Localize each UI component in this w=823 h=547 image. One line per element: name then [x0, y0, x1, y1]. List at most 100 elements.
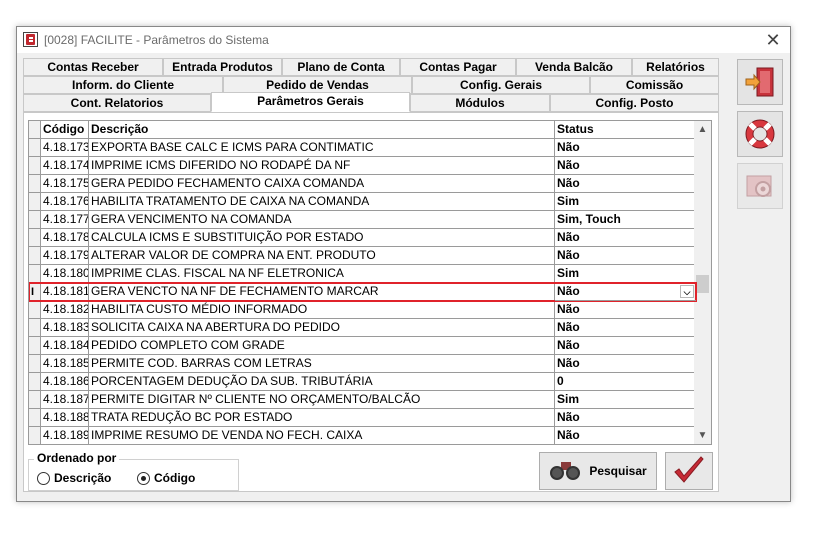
row-code-cell[interactable]: 4.18.174	[41, 157, 89, 175]
tab-cont-relatorios[interactable]: Cont. Relatorios	[23, 94, 211, 112]
exit-button[interactable]	[737, 59, 783, 105]
row-description-cell[interactable]: HABILITA TRATAMENTO DE CAIXA NA COMANDA	[89, 193, 555, 211]
row-status-cell[interactable]: Não	[555, 355, 696, 373]
row-indicator[interactable]	[29, 175, 41, 193]
row-status-cell[interactable]: Não	[555, 229, 696, 247]
row-code-cell[interactable]: 4.18.181	[41, 283, 89, 301]
parameters-grid[interactable]: Código Descrição Status 4.18.173 EXPORTA …	[28, 120, 712, 445]
row-indicator[interactable]	[29, 247, 41, 265]
row-description-cell[interactable]: HABILITA CUSTO MÉDIO INFORMADO	[89, 301, 555, 319]
order-by-code-radio[interactable]: Código	[137, 471, 195, 485]
row-status-cell[interactable]: Não	[555, 319, 696, 337]
grid-vertical-scrollbar[interactable]: ▲ ▼	[694, 121, 711, 444]
row-status-cell[interactable]: Não	[555, 247, 696, 265]
row-description-cell[interactable]: PORCENTAGEM DEDUÇÃO DA SUB. TRIBUTÁRIA	[89, 373, 555, 391]
row-description-cell[interactable]: TRATA REDUÇÃO BC POR ESTADO	[89, 409, 555, 427]
row-description-cell[interactable]: GERA VENCIMENTO NA COMANDA	[89, 211, 555, 229]
row-description-cell[interactable]: EXPORTA BASE CALC E ICMS PARA CONTIMATIC	[89, 139, 555, 157]
row-code-cell[interactable]: 4.18.183	[41, 319, 89, 337]
tab-plano-de-conta[interactable]: Plano de Conta	[282, 58, 400, 76]
table-row[interactable]: 4.18.189 IMPRIME RESUMO DE VENDA NO FECH.…	[29, 427, 696, 444]
order-by-description-radio[interactable]: Descrição	[37, 471, 111, 485]
row-indicator[interactable]	[29, 355, 41, 373]
tab-relatorios[interactable]: Relatórios	[632, 58, 719, 76]
row-status-cell[interactable]: Sim	[555, 193, 696, 211]
table-row[interactable]: 4.18.174 IMPRIME ICMS DIFERIDO NO RODAPÉ …	[29, 157, 696, 175]
table-row[interactable]: 4.18.173 EXPORTA BASE CALC E ICMS PARA CO…	[29, 139, 696, 157]
scroll-down-icon[interactable]: ▼	[694, 427, 711, 444]
tab-entrada-produtos[interactable]: Entrada Produtos	[163, 58, 282, 76]
status-dropdown-chevron-down-icon[interactable]: ⌵	[680, 285, 694, 298]
row-status-cell[interactable]: Não	[555, 427, 696, 444]
row-indicator[interactable]	[29, 391, 41, 409]
row-description-cell[interactable]: IMPRIME ICMS DIFERIDO NO RODAPÉ DA NF	[89, 157, 555, 175]
row-description-cell[interactable]: GERA VENCTO NA NF DE FECHAMENTO MARCAR	[89, 283, 555, 301]
table-row[interactable]: 4.18.183 SOLICITA CAIXA NA ABERTURA DO PE…	[29, 319, 696, 337]
table-row[interactable]: 4.18.178 CALCULA ICMS E SUBSTITUIÇÃO POR …	[29, 229, 696, 247]
radio-description-circle[interactable]	[37, 471, 50, 485]
table-row[interactable]: 4.18.186 PORCENTAGEM DEDUÇÃO DA SUB. TRIB…	[29, 373, 696, 391]
row-indicator[interactable]	[29, 337, 41, 355]
scroll-thumb[interactable]	[696, 275, 709, 293]
row-indicator[interactable]	[29, 193, 41, 211]
radio-code-circle[interactable]	[137, 471, 150, 485]
row-description-cell[interactable]: PERMITE DIGITAR Nº CLIENTE NO ORÇAMENTO/…	[89, 391, 555, 409]
search-button[interactable]: Pesquisar	[539, 452, 657, 490]
row-indicator[interactable]	[29, 211, 41, 229]
row-code-cell[interactable]: 4.18.188	[41, 409, 89, 427]
table-row[interactable]: 4.18.187 PERMITE DIGITAR Nº CLIENTE NO OR…	[29, 391, 696, 409]
row-indicator[interactable]	[29, 229, 41, 247]
row-indicator[interactable]	[29, 157, 41, 175]
row-indicator[interactable]	[29, 373, 41, 391]
row-status-cell[interactable]: Não	[555, 301, 696, 319]
description-column-header[interactable]: Descrição	[89, 121, 555, 139]
row-description-cell[interactable]: IMPRIME CLAS. FISCAL NA NF ELETRONICA	[89, 265, 555, 283]
row-indicator[interactable]	[29, 427, 41, 444]
row-indicator[interactable]	[29, 319, 41, 337]
row-status-cell[interactable]: Não	[555, 175, 696, 193]
tab-parametros-gerais[interactable]: Parâmetros Gerais	[211, 92, 410, 112]
table-row[interactable]: I 4.18.181 GERA VENCTO NA NF DE FECHAMENTO…	[29, 282, 697, 302]
tab-comissao[interactable]: Comissão	[590, 76, 719, 94]
row-description-cell[interactable]: SOLICITA CAIXA NA ABERTURA DO PEDIDO	[89, 319, 555, 337]
scroll-up-icon[interactable]: ▲	[694, 121, 711, 138]
help-button[interactable]	[737, 111, 783, 157]
row-indicator[interactable]	[29, 265, 41, 283]
status-column-header[interactable]: Status	[555, 121, 696, 139]
code-column-header[interactable]: Código	[41, 121, 89, 139]
table-row[interactable]: 4.18.179 ALTERAR VALOR DE COMPRA NA ENT. …	[29, 247, 696, 265]
row-code-cell[interactable]: 4.18.185	[41, 355, 89, 373]
row-description-cell[interactable]: PEDIDO COMPLETO COM GRADE	[89, 337, 555, 355]
row-description-cell[interactable]: GERA PEDIDO FECHAMENTO CAIXA COMANDA	[89, 175, 555, 193]
row-description-cell[interactable]: PERMITE COD. BARRAS COM LETRAS	[89, 355, 555, 373]
row-description-cell[interactable]: CALCULA ICMS E SUBSTITUIÇÃO POR ESTADO	[89, 229, 555, 247]
settings-button[interactable]	[737, 163, 783, 209]
tab-config-gerais[interactable]: Config. Gerais	[412, 76, 590, 94]
table-row[interactable]: 4.18.182 HABILITA CUSTO MÉDIO INFORMADO Nã…	[29, 301, 696, 319]
table-row[interactable]: 4.18.176 HABILITA TRATAMENTO DE CAIXA NA …	[29, 193, 696, 211]
row-code-cell[interactable]: 4.18.176	[41, 193, 89, 211]
row-code-cell[interactable]: 4.18.175	[41, 175, 89, 193]
row-indicator[interactable]	[29, 301, 41, 319]
row-description-cell[interactable]: ALTERAR VALOR DE COMPRA NA ENT. PRODUTO	[89, 247, 555, 265]
row-indicator[interactable]: I	[29, 283, 41, 301]
row-status-cell[interactable]: Não	[555, 157, 696, 175]
row-code-cell[interactable]: 4.18.184	[41, 337, 89, 355]
table-row[interactable]: 4.18.184 PEDIDO COMPLETO COM GRADE Não	[29, 337, 696, 355]
row-status-cell[interactable]: 0	[555, 373, 696, 391]
row-status-cell[interactable]: Não	[555, 139, 696, 157]
row-code-cell[interactable]: 4.18.179	[41, 247, 89, 265]
row-status-cell[interactable]: Não	[555, 337, 696, 355]
row-status-cell[interactable]: Sim	[555, 265, 696, 283]
tab-contas-pagar[interactable]: Contas Pagar	[400, 58, 516, 76]
row-status-cell[interactable]: Não	[555, 409, 696, 427]
row-status-cell[interactable]: Sim	[555, 391, 696, 409]
row-code-cell[interactable]: 4.18.178	[41, 229, 89, 247]
row-status-cell[interactable]: Não ⌵	[555, 283, 696, 301]
table-row[interactable]: 4.18.177 GERA VENCIMENTO NA COMANDA Sim, T…	[29, 211, 696, 229]
tab-inform-do-cliente[interactable]: Inform. do Cliente	[23, 76, 223, 94]
table-row[interactable]: 4.18.185 PERMITE COD. BARRAS COM LETRAS Nã…	[29, 355, 696, 373]
tab-venda-balcao[interactable]: Venda Balcão	[516, 58, 632, 76]
row-code-cell[interactable]: 4.18.189	[41, 427, 89, 444]
row-indicator[interactable]	[29, 139, 41, 157]
